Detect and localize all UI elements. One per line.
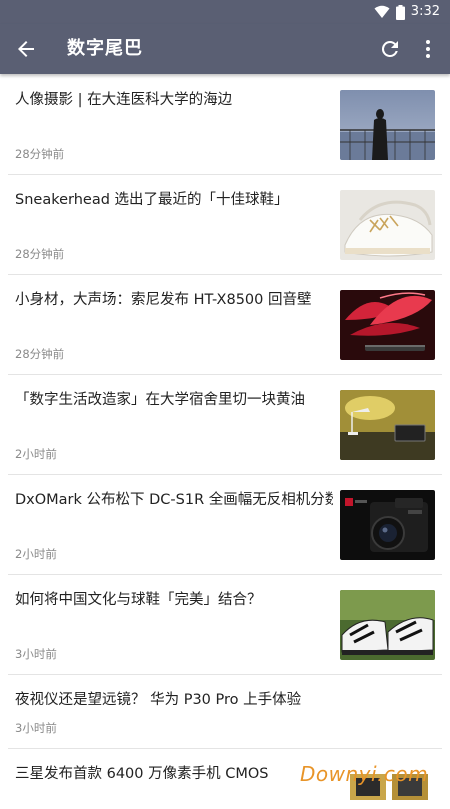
article-title: 如何将中国文化与球鞋「完美」结合？	[15, 592, 262, 608]
article-item[interactable]: 「数字生活改造家」在大学宿舍里切一块黄油 2小时前	[0, 375, 450, 475]
article-item[interactable]: 小身材，大声场：索尼发布 HT-X8500 回音壁 28分钟前	[0, 275, 450, 375]
arrow-back-icon[interactable]	[14, 37, 38, 61]
page-title: 数字尾巴	[67, 38, 143, 59]
article-time: 3小时前	[15, 647, 57, 661]
article-item[interactable]: 如何将中国文化与球鞋「完美」结合？ 3小时前	[0, 575, 450, 675]
article-title: DxOMark 公布松下 DC-S1R 全画幅无反相机分数	[15, 492, 333, 508]
refresh-icon[interactable]	[378, 37, 402, 61]
article-time: 3小时前	[15, 721, 57, 735]
status-bar: 3:32	[0, 0, 450, 24]
more-vert-icon[interactable]	[416, 37, 440, 61]
article-title: 小身材，大声场：索尼发布 HT-X8500 回音壁	[15, 292, 312, 308]
article-thumbnail	[340, 390, 435, 460]
watermark: Downyi.com	[300, 762, 429, 786]
article-thumbnail	[340, 190, 435, 260]
article-item[interactable]: Sneakerhead 选出了最近的「十佳球鞋」 28分钟前	[0, 175, 450, 275]
article-title: 夜视仪还是望远镜？ 华为 P30 Pro 上手体验	[15, 692, 302, 708]
battery-icon	[395, 4, 405, 20]
article-time: 28分钟前	[15, 147, 65, 161]
article-time: 2小时前	[15, 447, 57, 461]
article-thumbnail	[340, 590, 435, 660]
wifi-icon	[374, 5, 390, 18]
article-item[interactable]: 人像摄影 | 在大连医科大学的海边 28分钟前	[0, 74, 450, 175]
article-item[interactable]: DxOMark 公布松下 DC-S1R 全画幅无反相机分数 2小时前	[0, 475, 450, 575]
article-title: 人像摄影 | 在大连医科大学的海边	[15, 92, 233, 108]
article-title: Sneakerhead 选出了最近的「十佳球鞋」	[15, 192, 289, 208]
article-time: 28分钟前	[15, 347, 65, 361]
article-thumbnail	[340, 290, 435, 360]
article-title: 「数字生活改造家」在大学宿舍里切一块黄油	[15, 392, 305, 408]
article-title: 三星发布首款 6400 万像素手机 CMOS	[15, 766, 269, 782]
article-thumbnail	[340, 90, 435, 160]
article-item[interactable]: 夜视仪还是望远镜？ 华为 P30 Pro 上手体验 3小时前	[0, 675, 450, 749]
article-thumbnail	[340, 490, 435, 560]
article-time: 28分钟前	[15, 247, 65, 261]
app-bar: 数字尾巴	[0, 24, 450, 74]
article-time: 2小时前	[15, 547, 57, 561]
status-time: 3:32	[410, 4, 440, 19]
